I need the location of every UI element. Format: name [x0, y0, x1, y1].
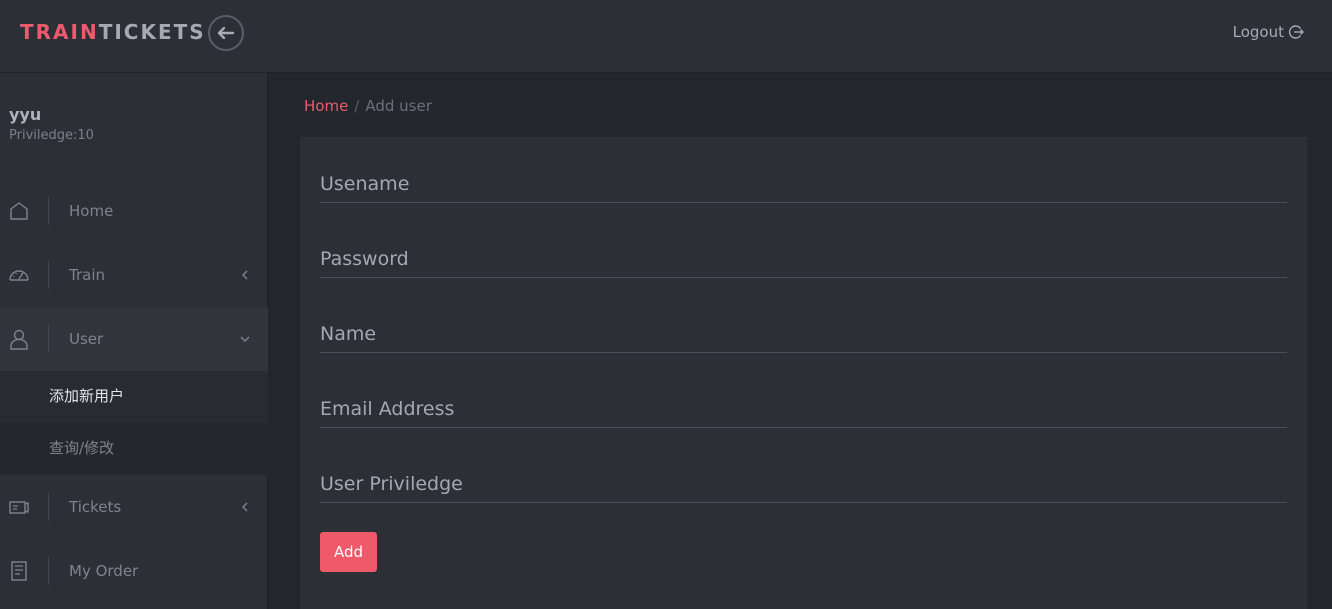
receipt-icon	[11, 561, 27, 581]
sidebar-item-home[interactable]: Home	[0, 179, 268, 243]
user-icon	[10, 329, 28, 350]
user-name: yyu	[9, 105, 42, 124]
brand-text-train: TRAIN	[20, 20, 99, 44]
chevron-left-icon	[242, 270, 248, 280]
submenu-item-query-modify[interactable]: 查询/修改	[0, 423, 268, 475]
logout-button[interactable]: Logout	[1233, 22, 1304, 42]
password-input[interactable]	[320, 242, 1287, 276]
divider	[48, 325, 49, 353]
logout-icon	[1289, 25, 1304, 39]
sidebar: yyu Priviledge:10 Home Train User 添加新用户 …	[0, 73, 268, 609]
email-field	[320, 392, 1287, 428]
privilege-field	[320, 467, 1287, 503]
dashboard-icon	[9, 270, 29, 281]
home-icon	[10, 202, 28, 220]
sidebar-item-label: Train	[69, 266, 105, 284]
privilege-input[interactable]	[320, 467, 1287, 501]
username-input[interactable]	[320, 167, 1287, 201]
add-button[interactable]: Add	[320, 532, 377, 572]
sidebar-item-train[interactable]: Train	[0, 243, 268, 307]
name-field	[320, 317, 1287, 353]
ticket-icon	[9, 501, 29, 514]
password-field	[320, 242, 1287, 278]
submenu-item-label: 添加新用户	[49, 387, 125, 405]
sidebar-item-tickets[interactable]: Tickets	[0, 475, 268, 539]
arrow-left-icon	[217, 27, 235, 39]
sidebar-item-label: Home	[69, 202, 114, 220]
add-user-form: Add	[300, 137, 1307, 609]
username-field	[320, 167, 1287, 203]
email-input[interactable]	[320, 392, 1287, 426]
sidebar-toggle-button[interactable]	[208, 15, 244, 51]
user-privilege: Priviledge:10	[9, 128, 94, 143]
divider	[48, 493, 49, 521]
brand-logo[interactable]: TRAINTICKETS	[20, 20, 206, 44]
top-bar: TRAINTICKETS Logout	[0, 0, 1332, 73]
sidebar-item-label: User	[69, 330, 104, 348]
divider	[48, 557, 49, 585]
breadcrumb-current: Add user	[365, 97, 432, 115]
sidebar-item-label: Tickets	[69, 498, 122, 516]
sidebar-item-label: My Order	[69, 562, 139, 580]
submenu-item-label: 查询/修改	[49, 439, 115, 457]
submenu-item-add-user[interactable]: 添加新用户	[0, 371, 268, 423]
sidebar-item-user[interactable]: User	[0, 307, 268, 371]
logout-label: Logout	[1232, 23, 1284, 41]
chevron-down-icon	[240, 336, 250, 342]
chevron-left-icon	[242, 502, 248, 512]
sidebar-item-my-order[interactable]: My Order	[0, 539, 268, 603]
breadcrumb-separator: /	[354, 97, 360, 115]
name-input[interactable]	[320, 317, 1287, 351]
divider	[48, 261, 49, 289]
breadcrumb-home-link[interactable]: Home	[304, 97, 348, 115]
divider	[48, 197, 49, 225]
breadcrumb: Home / Add user	[304, 96, 432, 116]
brand-text-tickets: TICKETS	[98, 20, 206, 44]
